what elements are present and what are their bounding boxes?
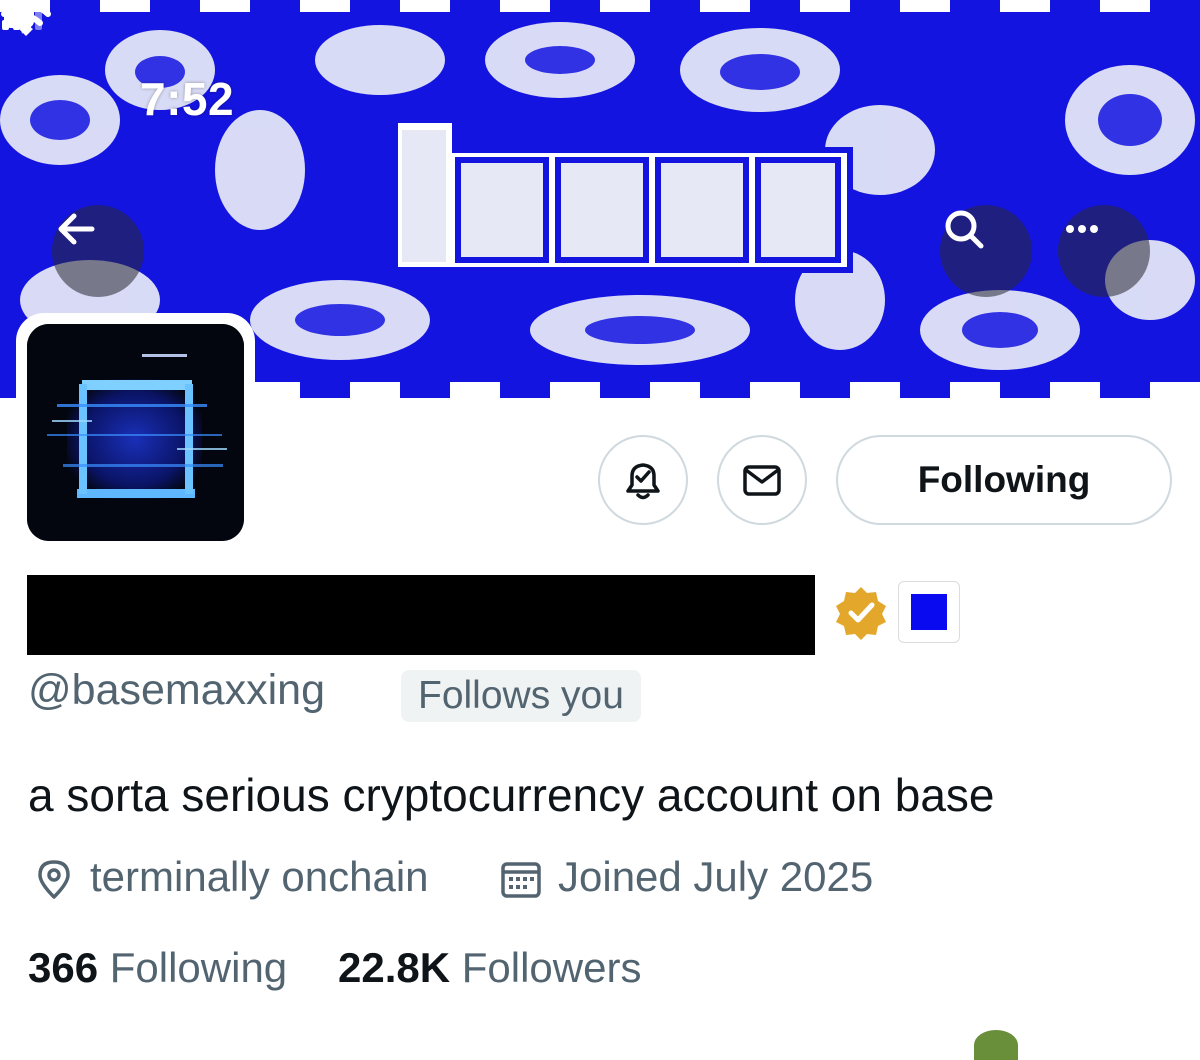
affiliate-badge[interactable]	[898, 581, 960, 643]
envelope-icon	[743, 465, 781, 496]
display-name-redacted	[27, 575, 815, 655]
avatar	[27, 324, 244, 541]
following-button[interactable]: Following	[836, 435, 1172, 525]
profile-location: terminally onchain	[90, 853, 429, 900]
back-button[interactable]	[52, 205, 144, 297]
user-handle: @basemaxxing	[28, 666, 326, 714]
partial-avatar-icon	[974, 1030, 1018, 1060]
more-horizontal-icon	[1066, 225, 1098, 233]
followers-count-link[interactable]: 22.8K Followers	[338, 944, 641, 992]
battery-icon	[4, 4, 34, 28]
status-bar: 7:52	[0, 0, 1200, 140]
joined-date: Joined July 2025	[558, 853, 874, 900]
profile-bio: a sorta serious cryptocurrency account o…	[28, 769, 995, 821]
followers-label: Followers	[461, 944, 642, 991]
message-button[interactable]	[717, 435, 807, 525]
arrow-left-icon	[58, 213, 95, 245]
followers-count: 22.8K	[338, 944, 451, 991]
avatar-frame[interactable]	[16, 313, 255, 552]
bell-check-icon	[626, 463, 660, 500]
follows-you-badge: Follows you	[401, 670, 641, 722]
blue-square-icon	[911, 594, 947, 630]
search-button[interactable]	[940, 205, 1032, 297]
avatar-glitch-square	[27, 324, 244, 541]
calendar-icon	[501, 862, 541, 898]
following-label: Following	[109, 944, 288, 991]
location-pin-icon	[38, 860, 70, 899]
more-options-button[interactable]	[1058, 205, 1150, 297]
status-time: 7:52	[140, 73, 235, 125]
verified-badge-icon[interactable]	[832, 584, 890, 642]
notifications-button[interactable]	[598, 435, 688, 525]
following-count: 366	[28, 944, 99, 991]
following-count-link[interactable]: 366 Following	[28, 944, 287, 992]
search-icon	[945, 210, 984, 249]
